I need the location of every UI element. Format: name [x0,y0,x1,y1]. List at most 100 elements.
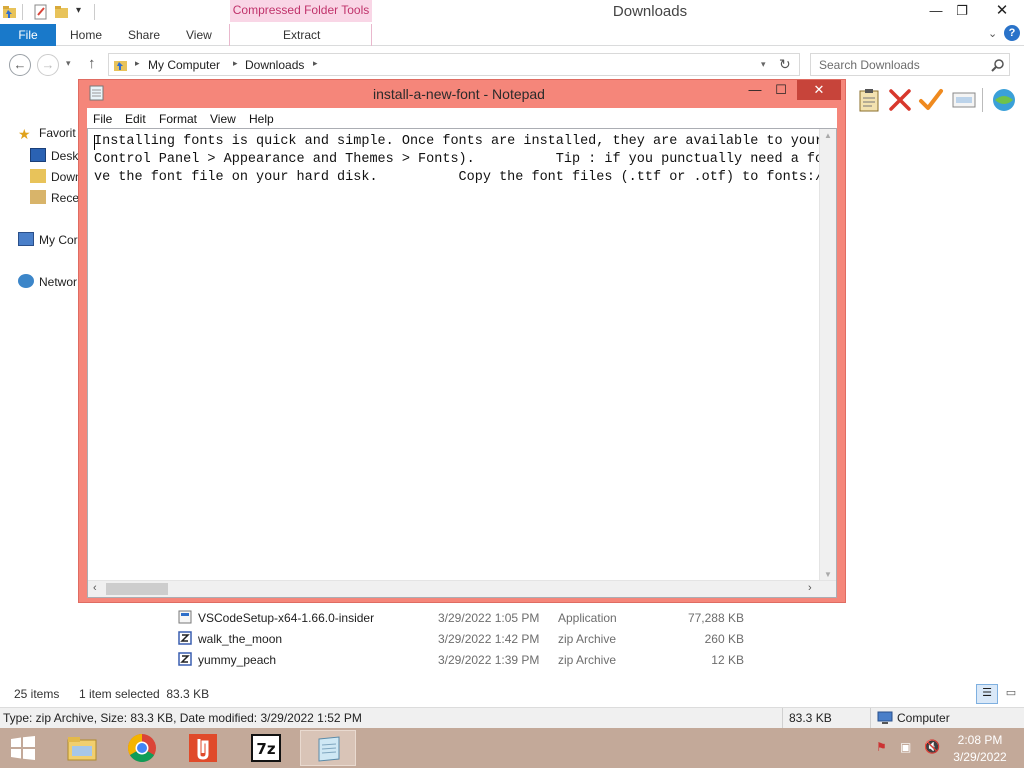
windows-start-icon[interactable] [10,736,36,760]
volume-muted-icon[interactable]: 🔇 [924,739,940,754]
menu-help[interactable]: Help [249,112,274,126]
action-center-flag-icon[interactable]: ⚑ [876,740,890,754]
file-row[interactable]: yummy_peach 3/29/2022 1:39 PM zip Archiv… [178,650,778,670]
explorer-status-bar: 25 items 1 item selected 83.3 KB ☰ ▭ [0,684,1024,704]
notepad-icon [318,736,340,762]
breadcrumb-my-computer[interactable]: My Computer [148,58,220,72]
nav-network[interactable]: Networ [18,274,77,289]
downloads-folder-icon [30,169,46,183]
tab-view[interactable]: View [186,28,212,42]
notepad-maximize-button[interactable]: ☐ [769,82,793,98]
breadcrumb-downloads[interactable]: Downloads [245,58,304,72]
nav-favorites[interactable]: ★ Favorit [18,126,76,142]
file-size: 260 KB [704,632,744,646]
checkmark-icon[interactable] [918,87,944,113]
recent-locations-icon[interactable]: ▾ [66,58,71,69]
menu-format[interactable]: Format [159,112,197,126]
expand-ribbon-icon[interactable]: ⌄ [988,27,997,40]
downloads-folder-icon [114,61,127,71]
details-view-button[interactable]: ☰ [976,684,998,704]
search-icon[interactable] [991,58,1005,72]
file-row[interactable]: walk_the_moon 3/29/2022 1:42 PM zip Arch… [178,629,778,649]
address-bar[interactable]: ▸ My Computer ▸ Downloads ▸ ▾ ↻ [108,53,800,76]
properties-icon[interactable] [33,4,49,20]
nav-desktop[interactable]: Deskt [30,148,82,163]
selected-file-details: Type: zip Archive, Size: 83.3 KB, Date m… [3,711,362,725]
item-count: 25 items [14,687,60,701]
nav-my-computer-label: My Cor [39,233,78,247]
notepad-close-button[interactable]: ✕ [797,80,841,100]
file-row[interactable]: VSCodeSetup-x64-1.66.0-insider 3/29/2022… [178,608,778,628]
notepad-minimize-button[interactable]: — [743,82,767,97]
horizontal-scrollbar[interactable]: ‹ › [88,580,836,597]
close-button[interactable]: ✕ [986,0,1018,22]
menu-view[interactable]: View [210,112,236,126]
taskbar-7zip[interactable]: 7z [238,730,294,766]
back-button[interactable]: ← [9,54,31,76]
taskbar-file-explorer[interactable] [54,730,110,766]
taskbar-chrome[interactable] [114,730,170,766]
restore-button[interactable]: ❐ [948,0,976,22]
customize-quick-access-icon[interactable]: ▾ [76,5,81,16]
location-zone: Computer [897,711,950,725]
clock-time[interactable]: 2:08 PM [945,733,1015,747]
desktop-icon [30,148,46,162]
nav-network-label: Networ [39,275,78,289]
up-button[interactable]: ↑ [88,55,96,72]
nav-recent[interactable]: Recer [30,190,83,205]
scroll-down-icon[interactable]: ▼ [824,570,832,579]
taskbar: 7z ⚑ ▣ 🔇 2:08 PM 3/29/2022 [0,728,1024,768]
separator [870,708,871,728]
tab-file[interactable]: File [0,24,56,46]
clock-date[interactable]: 3/29/2022 [945,750,1015,764]
help-icon[interactable]: ? [1004,25,1020,41]
notepad-document-text[interactable]: Installing fonts is quick and simple. On… [94,133,831,187]
new-folder-icon[interactable] [54,4,70,20]
menu-edit[interactable]: Edit [125,112,146,126]
menu-file[interactable]: File [93,112,112,126]
svg-text:7z: 7z [256,740,275,758]
globe-icon[interactable] [991,87,1017,113]
horizontal-scroll-thumb[interactable] [106,583,168,595]
vertical-scrollbar[interactable]: ▲ ▼ [819,129,836,581]
selection-info: 1 item selected 83.3 KB [79,687,210,701]
large-icons-view-button[interactable]: ▭ [1000,684,1022,704]
scroll-up-icon[interactable]: ▲ [824,131,832,140]
clipboard-icon[interactable] [856,87,882,113]
address-history-icon[interactable]: ▾ [761,59,766,70]
tab-home[interactable]: Home [70,28,102,42]
file-name: VSCodeSetup-x64-1.66.0-insider [198,611,375,625]
7zip-icon: 7z [251,734,281,762]
file-size: 77,288 KB [687,611,744,625]
chevron-right-icon[interactable]: ▸ [135,58,140,69]
explorer-window-title: Downloads [612,3,688,20]
network-status-icon[interactable]: ▣ [900,740,916,754]
text-line: Control Panel > Appearance and Themes > … [94,152,832,167]
refresh-icon[interactable]: ↻ [779,56,791,73]
folder-icon[interactable] [2,4,18,20]
scroll-right-icon[interactable]: › [808,582,812,594]
tab-share[interactable]: Share [128,28,160,42]
minimize-button[interactable]: — [922,0,950,22]
file-date: 3/29/2022 1:39 PM [438,653,540,667]
file-type: zip Archive [558,653,617,667]
delete-icon[interactable] [887,87,913,113]
star-icon: ★ [18,126,31,142]
nav-my-computer[interactable]: My Cor [18,232,78,247]
notepad-text-area[interactable]: Installing fonts is quick and simple. On… [87,128,837,598]
search-input[interactable]: Search Downloads [810,53,1010,76]
taskbar-notepad[interactable] [300,730,356,766]
chevron-right-icon[interactable]: ▸ [313,58,318,69]
text-line: Installing fonts is quick and simple. On… [94,134,824,149]
scroll-left-icon[interactable]: ‹ [93,582,97,594]
chevron-right-icon[interactable]: ▸ [233,58,238,69]
file-type: Application [558,611,617,625]
forward-button[interactable]: → [37,54,59,76]
taskbar-foxit-reader[interactable] [176,730,232,766]
nav-downloads[interactable]: Down [30,169,82,184]
notepad-titlebar[interactable]: install-a-new-font - Notepad — ☐ ✕ [79,80,845,106]
envelope-icon[interactable] [951,87,977,113]
nav-favorites-label: Favorit [39,126,76,140]
notepad-window: install-a-new-font - Notepad — ☐ ✕ File … [78,79,846,603]
tab-extract[interactable]: Extract [283,28,320,42]
